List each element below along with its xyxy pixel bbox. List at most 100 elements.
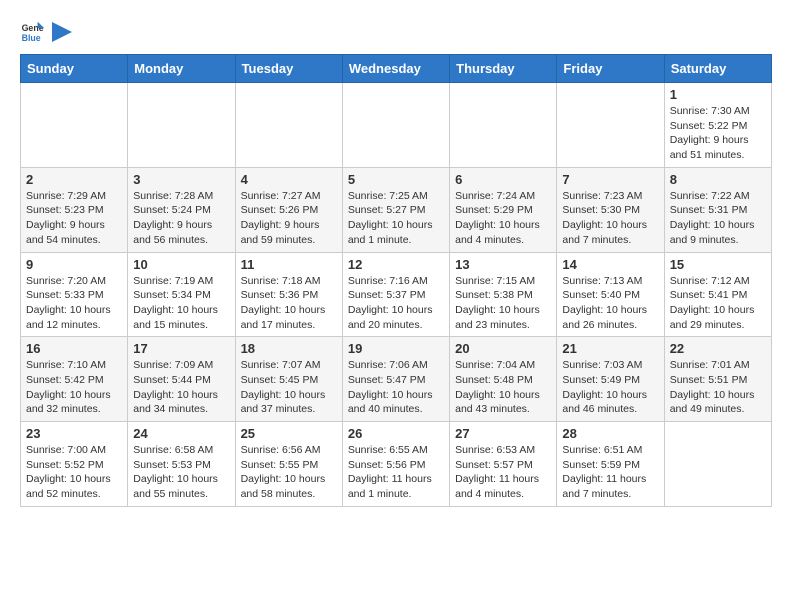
day-info: Sunrise: 6:51 AM Sunset: 5:59 PM Dayligh… — [562, 443, 658, 502]
day-info: Sunrise: 6:56 AM Sunset: 5:55 PM Dayligh… — [241, 443, 337, 502]
calendar-header-row: SundayMondayTuesdayWednesdayThursdayFrid… — [21, 55, 772, 83]
day-number: 22 — [670, 341, 766, 356]
day-number: 4 — [241, 172, 337, 187]
day-number: 12 — [348, 257, 444, 272]
day-number: 25 — [241, 426, 337, 441]
weekday-header-monday: Monday — [128, 55, 235, 83]
calendar-cell — [21, 83, 128, 168]
day-info: Sunrise: 7:25 AM Sunset: 5:27 PM Dayligh… — [348, 189, 444, 248]
day-info: Sunrise: 7:13 AM Sunset: 5:40 PM Dayligh… — [562, 274, 658, 333]
calendar-cell: 22 Sunrise: 7:01 AM Sunset: 5:51 PM Dayli… — [664, 337, 771, 422]
calendar-cell: 16 Sunrise: 7:10 AM Sunset: 5:42 PM Dayli… — [21, 337, 128, 422]
calendar-cell: 25 Sunrise: 6:56 AM Sunset: 5:55 PM Dayli… — [235, 422, 342, 507]
calendar-week-row: 2Sunrise: 7:29 AM Sunset: 5:23 PM Daylig… — [21, 167, 772, 252]
calendar-week-row: 16 Sunrise: 7:10 AM Sunset: 5:42 PM Dayli… — [21, 337, 772, 422]
weekday-header-tuesday: Tuesday — [235, 55, 342, 83]
day-number: 7 — [562, 172, 658, 187]
day-number: 20 — [455, 341, 551, 356]
svg-text:Blue: Blue — [22, 33, 41, 43]
day-number: 23 — [26, 426, 122, 441]
day-info: Sunrise: 7:03 AM Sunset: 5:49 PM Dayligh… — [562, 358, 658, 417]
calendar-cell — [557, 83, 664, 168]
day-number: 11 — [241, 257, 337, 272]
calendar-cell — [235, 83, 342, 168]
day-info: Sunrise: 7:19 AM Sunset: 5:34 PM Dayligh… — [133, 274, 229, 333]
calendar-cell: 24 Sunrise: 6:58 AM Sunset: 5:53 PM Dayli… — [128, 422, 235, 507]
calendar-cell: 20 Sunrise: 7:04 AM Sunset: 5:48 PM Dayli… — [450, 337, 557, 422]
calendar-cell: 5Sunrise: 7:25 AM Sunset: 5:27 PM Daylig… — [342, 167, 449, 252]
calendar-cell — [128, 83, 235, 168]
day-info: Sunrise: 7:27 AM Sunset: 5:26 PM Dayligh… — [241, 189, 337, 248]
weekday-header-friday: Friday — [557, 55, 664, 83]
calendar-table: SundayMondayTuesdayWednesdayThursdayFrid… — [20, 54, 772, 507]
day-number: 19 — [348, 341, 444, 356]
calendar-cell: 2Sunrise: 7:29 AM Sunset: 5:23 PM Daylig… — [21, 167, 128, 252]
weekday-header-wednesday: Wednesday — [342, 55, 449, 83]
day-info: Sunrise: 7:15 AM Sunset: 5:38 PM Dayligh… — [455, 274, 551, 333]
calendar-cell: 17 Sunrise: 7:09 AM Sunset: 5:44 PM Dayli… — [128, 337, 235, 422]
logo-icon: General Blue — [20, 20, 44, 44]
calendar-cell: 4 Sunrise: 7:27 AM Sunset: 5:26 PM Daylig… — [235, 167, 342, 252]
day-info: Sunrise: 6:58 AM Sunset: 5:53 PM Dayligh… — [133, 443, 229, 502]
weekday-header-thursday: Thursday — [450, 55, 557, 83]
day-number: 13 — [455, 257, 551, 272]
day-number: 28 — [562, 426, 658, 441]
day-info: Sunrise: 7:09 AM Sunset: 5:44 PM Dayligh… — [133, 358, 229, 417]
calendar-cell — [664, 422, 771, 507]
logo: General Blue — [20, 20, 72, 44]
calendar-cell: 3 Sunrise: 7:28 AM Sunset: 5:24 PM Daylig… — [128, 167, 235, 252]
day-number: 10 — [133, 257, 229, 272]
day-info: Sunrise: 7:20 AM Sunset: 5:33 PM Dayligh… — [26, 274, 122, 333]
day-info: Sunrise: 7:04 AM Sunset: 5:48 PM Dayligh… — [455, 358, 551, 417]
calendar-cell: 8 Sunrise: 7:22 AM Sunset: 5:31 PM Daylig… — [664, 167, 771, 252]
day-number: 21 — [562, 341, 658, 356]
day-info: Sunrise: 7:18 AM Sunset: 5:36 PM Dayligh… — [241, 274, 337, 333]
logo-arrow-icon — [52, 22, 72, 42]
calendar-week-row: 9Sunrise: 7:20 AM Sunset: 5:33 PM Daylig… — [21, 252, 772, 337]
calendar-cell: 19 Sunrise: 7:06 AM Sunset: 5:47 PM Dayli… — [342, 337, 449, 422]
calendar-cell: 11 Sunrise: 7:18 AM Sunset: 5:36 PM Dayli… — [235, 252, 342, 337]
page-header: General Blue — [20, 20, 772, 44]
calendar-cell: 26 Sunrise: 6:55 AM Sunset: 5:56 PM Dayli… — [342, 422, 449, 507]
day-number: 15 — [670, 257, 766, 272]
weekday-header-saturday: Saturday — [664, 55, 771, 83]
day-number: 1 — [670, 87, 766, 102]
day-info: Sunrise: 7:16 AM Sunset: 5:37 PM Dayligh… — [348, 274, 444, 333]
day-number: 26 — [348, 426, 444, 441]
day-number: 6 — [455, 172, 551, 187]
calendar-cell: 7Sunrise: 7:23 AM Sunset: 5:30 PM Daylig… — [557, 167, 664, 252]
calendar-cell: 28 Sunrise: 6:51 AM Sunset: 5:59 PM Dayli… — [557, 422, 664, 507]
day-info: Sunrise: 7:29 AM Sunset: 5:23 PM Dayligh… — [26, 189, 122, 248]
calendar-cell: 15 Sunrise: 7:12 AM Sunset: 5:41 PM Dayli… — [664, 252, 771, 337]
weekday-header-sunday: Sunday — [21, 55, 128, 83]
day-info: Sunrise: 7:12 AM Sunset: 5:41 PM Dayligh… — [670, 274, 766, 333]
day-info: Sunrise: 6:53 AM Sunset: 5:57 PM Dayligh… — [455, 443, 551, 502]
day-number: 8 — [670, 172, 766, 187]
day-info: Sunrise: 7:07 AM Sunset: 5:45 PM Dayligh… — [241, 358, 337, 417]
day-info: Sunrise: 7:28 AM Sunset: 5:24 PM Dayligh… — [133, 189, 229, 248]
day-number: 16 — [26, 341, 122, 356]
day-info: Sunrise: 7:24 AM Sunset: 5:29 PM Dayligh… — [455, 189, 551, 248]
day-info: Sunrise: 7:22 AM Sunset: 5:31 PM Dayligh… — [670, 189, 766, 248]
calendar-week-row: 1 Sunrise: 7:30 AM Sunset: 5:22 PM Daylig… — [21, 83, 772, 168]
day-number: 18 — [241, 341, 337, 356]
day-info: Sunrise: 7:06 AM Sunset: 5:47 PM Dayligh… — [348, 358, 444, 417]
day-info: Sunrise: 6:55 AM Sunset: 5:56 PM Dayligh… — [348, 443, 444, 502]
calendar-cell: 27Sunrise: 6:53 AM Sunset: 5:57 PM Dayli… — [450, 422, 557, 507]
day-number: 24 — [133, 426, 229, 441]
calendar-cell: 12 Sunrise: 7:16 AM Sunset: 5:37 PM Dayli… — [342, 252, 449, 337]
day-info: Sunrise: 7:10 AM Sunset: 5:42 PM Dayligh… — [26, 358, 122, 417]
day-info: Sunrise: 7:01 AM Sunset: 5:51 PM Dayligh… — [670, 358, 766, 417]
calendar-cell: 6 Sunrise: 7:24 AM Sunset: 5:29 PM Daylig… — [450, 167, 557, 252]
calendar-week-row: 23Sunrise: 7:00 AM Sunset: 5:52 PM Dayli… — [21, 422, 772, 507]
calendar-cell — [342, 83, 449, 168]
calendar-cell: 14Sunrise: 7:13 AM Sunset: 5:40 PM Dayli… — [557, 252, 664, 337]
calendar-cell — [450, 83, 557, 168]
calendar-cell: 9Sunrise: 7:20 AM Sunset: 5:33 PM Daylig… — [21, 252, 128, 337]
day-number: 17 — [133, 341, 229, 356]
day-info: Sunrise: 7:30 AM Sunset: 5:22 PM Dayligh… — [670, 104, 766, 163]
day-number: 3 — [133, 172, 229, 187]
calendar-cell: 23Sunrise: 7:00 AM Sunset: 5:52 PM Dayli… — [21, 422, 128, 507]
calendar-cell: 10 Sunrise: 7:19 AM Sunset: 5:34 PM Dayli… — [128, 252, 235, 337]
calendar-cell: 13 Sunrise: 7:15 AM Sunset: 5:38 PM Dayli… — [450, 252, 557, 337]
